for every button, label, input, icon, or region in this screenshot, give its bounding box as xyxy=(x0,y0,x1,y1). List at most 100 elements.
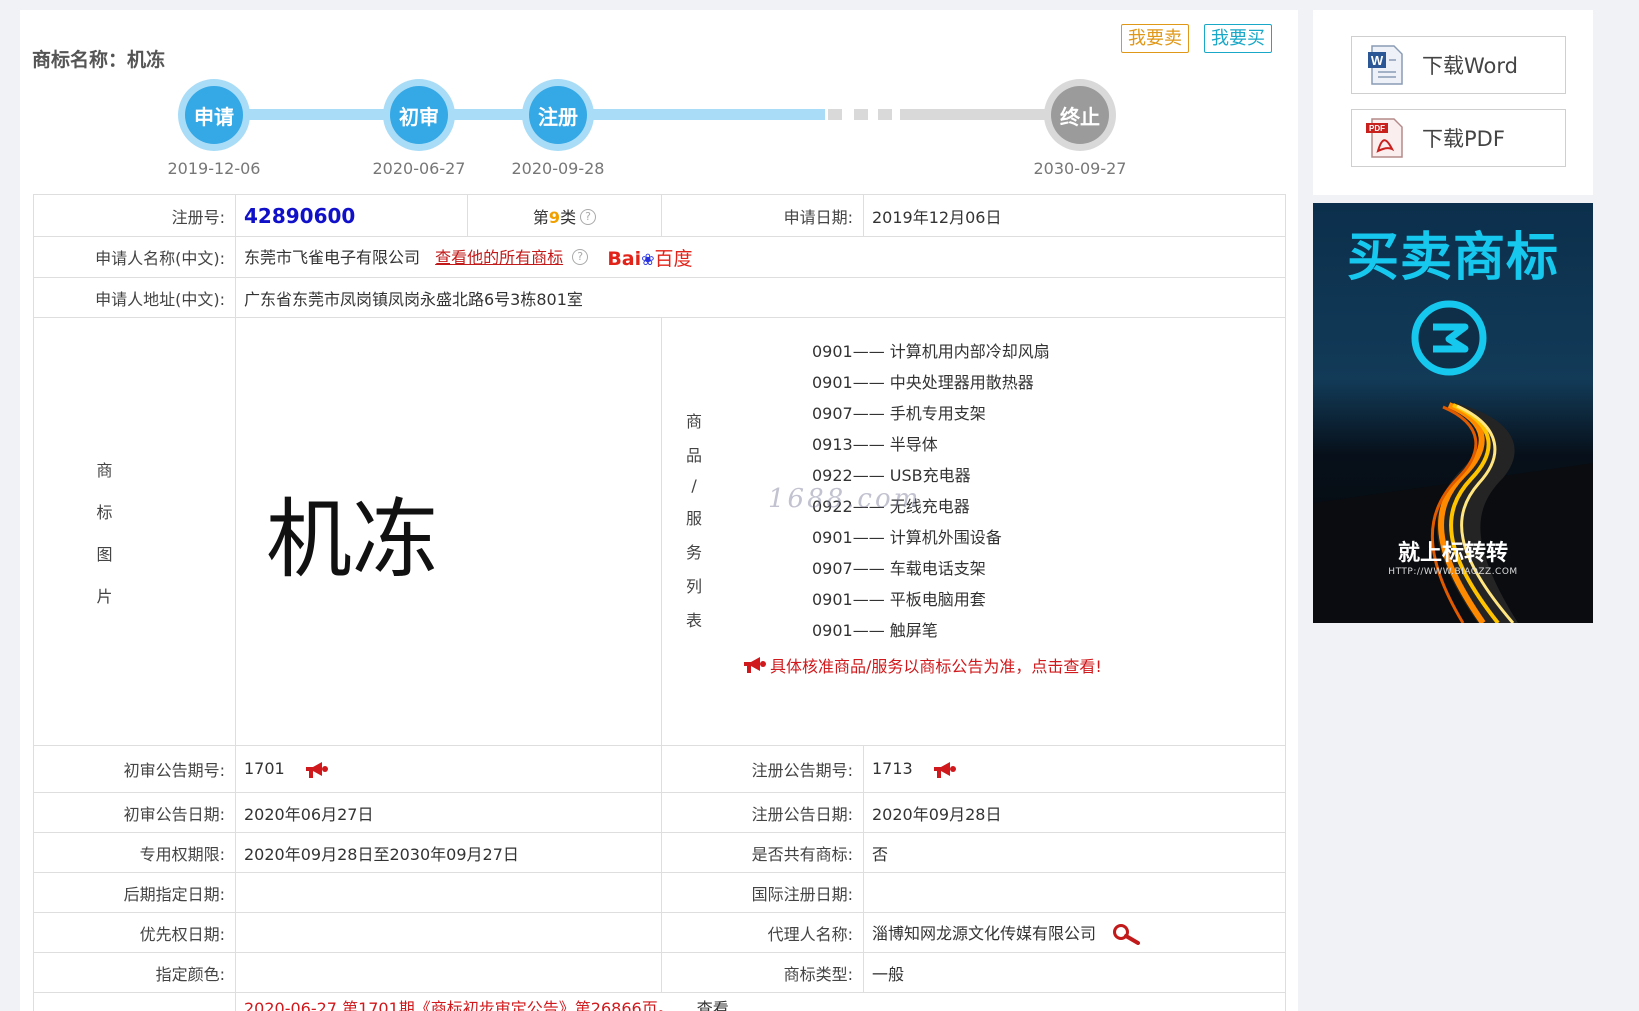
apply-date-label: 申请日期: xyxy=(661,194,864,237)
table-row: 注册号: 42890600 第9类? 申请日期: 2019年12月06日 xyxy=(33,194,1286,237)
applicant-name-value: 东莞市飞雀电子有限公司 xyxy=(244,247,421,267)
baidu-search-icon[interactable]: Bai❀百度 xyxy=(607,244,692,271)
table-row: 商 标 图 片 机冻 商 品 / 服 务 列 表 0901—— 计算机用内部冷却… xyxy=(33,317,1286,746)
reg-pub-no-cell: 1713 xyxy=(863,745,1286,793)
trademark-info-table: 注册号: 42890600 第9类? 申请日期: 2019年12月06日 申请人… xyxy=(33,194,1286,1011)
later-date-label: 后期指定日期: xyxy=(33,872,236,913)
intl-date-label: 国际注册日期: xyxy=(661,872,864,913)
list-item: 0907—— 手机专用支架 xyxy=(812,404,986,423)
intl-date-value xyxy=(863,872,1286,913)
timeline-dash xyxy=(878,109,892,120)
agent-value: 淄博知网龙源文化传媒有限公司 xyxy=(872,923,1097,943)
list-item: 0907—— 车载电话支架 xyxy=(812,559,986,578)
timeline-step-date: 2019-12-06 xyxy=(167,159,261,178)
list-item: 0901—— 中央处理器用散热器 xyxy=(812,373,1034,392)
timeline-step-label: 终止 xyxy=(1051,86,1109,144)
bulletin-text: 2020-06-27 第1701期《商标初步审定公告》第26866页。 xyxy=(244,999,674,1011)
prelim-no-label: 初审公告期号: xyxy=(33,745,236,793)
megaphone-icon[interactable] xyxy=(932,761,958,779)
download-card: W 下载Word PDF 下载PDF xyxy=(1313,10,1593,195)
view-all-trademarks-link[interactable]: 查看他的所有商标 xyxy=(435,248,563,267)
reg-pub-date-value: 2020年09月28日 xyxy=(863,792,1286,833)
class-prefix: 第 xyxy=(532,207,549,227)
pdf-file-icon: PDF xyxy=(1366,118,1403,158)
timeline-step-label: 注册 xyxy=(529,86,587,144)
goods-panel: 商 品 / 服 务 列 表 0901—— 计算机用内部冷却风扇 0901—— 中… xyxy=(662,318,1285,745)
reg-no-cell: 42890600 xyxy=(235,194,468,237)
megaphone-icon[interactable] xyxy=(304,761,330,779)
list-item: 0922—— USB充电器 xyxy=(812,466,971,485)
timeline-step-apply: 申请 xyxy=(178,79,250,151)
buy-button[interactable]: 我要买 xyxy=(1204,24,1272,53)
mark-image: 机冻 xyxy=(266,490,438,590)
applicant-addr-label: 申请人地址(中文): xyxy=(33,277,236,318)
reg-pub-date-label: 注册公告日期: xyxy=(661,792,864,833)
color-label: 指定颜色: xyxy=(33,952,236,993)
prelim-no-cell: 1701 xyxy=(235,745,662,793)
download-pdf-button[interactable]: PDF 下载PDF xyxy=(1351,109,1566,167)
shared-label: 是否共有商标: xyxy=(661,832,864,873)
goods-notice-text: 具体核准商品/服务以商标公告为准，点击查看! xyxy=(770,657,1102,676)
bulletin-view-link[interactable]: 查看 xyxy=(697,999,729,1011)
status-timeline: 申请 2019-12-06 初审 2020-06-27 注册 2020-09-2… xyxy=(20,68,1298,188)
timeline-dash xyxy=(828,109,842,120)
mark-image-label: 商 标 图 片 xyxy=(96,460,113,606)
download-pdf-label: 下载PDF xyxy=(1422,127,1505,151)
timeline-dash xyxy=(854,109,868,120)
ad-slogan: 就上标转转 xyxy=(1397,541,1508,566)
exclusive-label: 专用权期限: xyxy=(33,832,236,873)
table-row: 初审公告期号: 1701 注册公告期号: 1713 xyxy=(33,745,1286,793)
table-row: 后期指定日期: 国际注册日期: xyxy=(33,872,1286,913)
svg-text:PDF: PDF xyxy=(1369,124,1385,133)
timeline-step-label: 申请 xyxy=(185,86,243,144)
prelim-date-label: 初审公告日期: xyxy=(33,792,236,833)
goods-label: 商 品 / 服 务 列 表 xyxy=(686,412,703,630)
table-row: 申请人地址(中文): 广东省东莞市凤岗镇凤岗永盛北路6号3栋801室 xyxy=(33,277,1286,318)
goods-notice-link[interactable]: 具体核准商品/服务以商标公告为准，点击查看! xyxy=(742,653,1102,677)
applicant-name-label: 申请人名称(中文): xyxy=(33,236,236,278)
sell-button[interactable]: 我要卖 xyxy=(1121,24,1189,53)
prelim-date-value: 2020年06月27日 xyxy=(235,792,662,833)
timeline-step-expire: 终止 xyxy=(1044,79,1116,151)
table-row: 申请人名称(中文): 东莞市飞雀电子有限公司 查看他的所有商标 ? Bai❀百度 xyxy=(33,236,1286,278)
applicant-addr-value: 广东省东莞市凤岗镇凤岗永盛北路6号3栋801室 xyxy=(235,277,1286,318)
class-num: 9 xyxy=(548,207,561,227)
help-icon[interactable]: ? xyxy=(580,208,597,225)
agent-label: 代理人名称: xyxy=(661,912,864,953)
table-row: 初审公告日期: 2020年06月27日 注册公告日期: 2020年09月28日 xyxy=(33,792,1286,833)
exclusive-value: 2020年09月28日至2030年09月27日 xyxy=(235,832,662,873)
ad-banner[interactable]: 买卖商标 就上标转转 HTTP://WWW.BIAOZZ.COM xyxy=(1313,203,1593,623)
priority-date-label: 优先权日期: xyxy=(33,912,236,953)
applicant-name-cell: 东莞市飞雀电子有限公司 查看他的所有商标 ? Bai❀百度 xyxy=(235,236,1286,278)
class-suffix: 类 xyxy=(560,207,577,227)
timeline-step-date: 2030-09-27 xyxy=(1033,159,1127,178)
table-row: 2020-06-27 第1701期《商标初步审定公告》第26866页。 查看 xyxy=(33,992,1286,1011)
download-word-button[interactable]: W 下载Word xyxy=(1351,36,1566,94)
help-icon[interactable]: ? xyxy=(572,248,589,265)
type-value: 一般 xyxy=(863,952,1286,993)
mark-image-label-cell: 商 标 图 片 xyxy=(33,317,236,746)
color-value xyxy=(235,952,662,993)
table-row: 指定颜色: 商标类型: 一般 xyxy=(33,952,1286,993)
list-item: 0901—— 触屏笔 xyxy=(812,621,938,640)
prelim-no-value: 1701 xyxy=(244,759,285,779)
timeline-step-date: 2020-06-27 xyxy=(372,159,466,178)
timeline-step-date: 2020-09-28 xyxy=(511,159,605,178)
goods-list: 0901—— 计算机用内部冷却风扇 0901—— 中央处理器用散热器 0907—… xyxy=(812,336,1050,646)
word-file-icon: W xyxy=(1368,45,1403,85)
table-row: 专用权期限: 2020年09月28日至2030年09月27日 是否共有商标: 否 xyxy=(33,832,1286,873)
agent-cell: 淄博知网龙源文化传媒有限公司 xyxy=(863,912,1286,953)
table-row: 优先权日期: 代理人名称: 淄博知网龙源文化传媒有限公司 xyxy=(33,912,1286,953)
bulletin-label-cell xyxy=(33,992,236,1011)
list-item: 0901—— 平板电脑用套 xyxy=(812,590,986,609)
list-item: 0901—— 计算机外围设备 xyxy=(812,528,1002,547)
reg-pub-no-value: 1713 xyxy=(872,759,913,779)
goods-cell: 商 品 / 服 务 列 表 0901—— 计算机用内部冷却风扇 0901—— 中… xyxy=(661,317,1286,746)
baidu-paw-icon: ❀ xyxy=(641,249,655,269)
class-cell: 第9类? xyxy=(467,194,662,237)
search-icon[interactable] xyxy=(1111,923,1141,946)
reg-no-label: 注册号: xyxy=(33,194,236,237)
apply-date-value: 2019年12月06日 xyxy=(863,194,1286,237)
timeline-step-register: 注册 xyxy=(522,79,594,151)
trademark-detail-panel: 商标名称：机冻 我要卖 我要买 申请 2019-12-06 初审 2020-06… xyxy=(20,10,1298,1011)
